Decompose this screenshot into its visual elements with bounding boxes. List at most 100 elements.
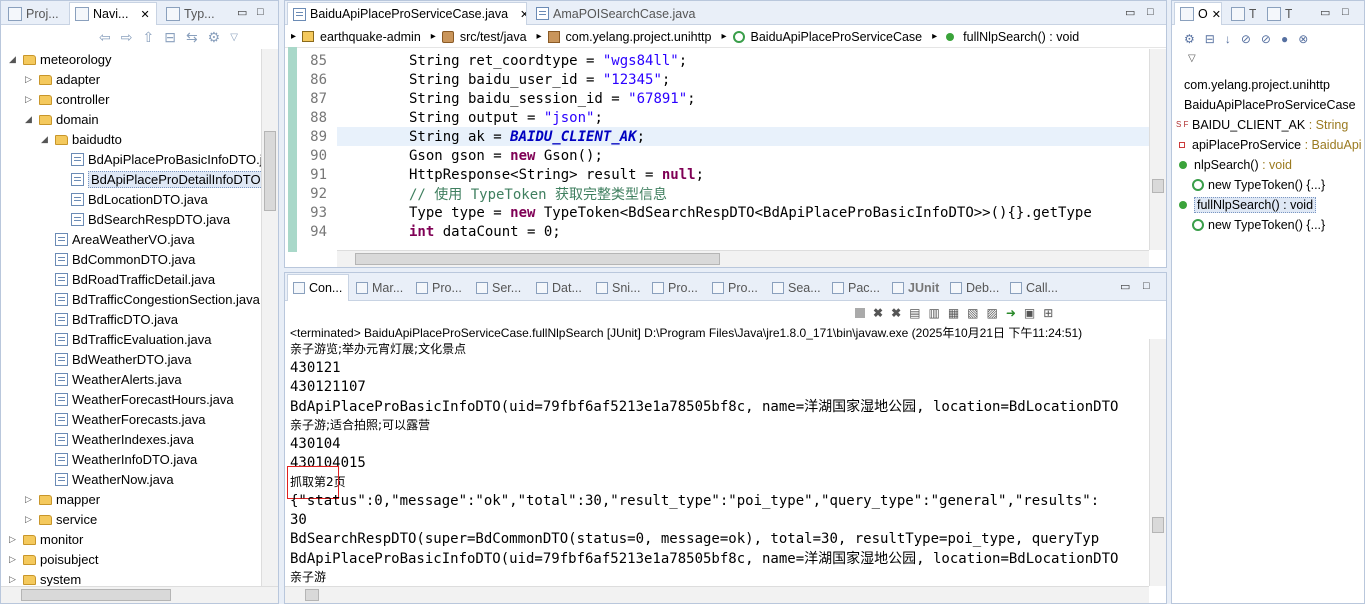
tab-project-explorer[interactable]: Proj...: [3, 2, 67, 25]
maximize-icon[interactable]: □: [1147, 6, 1154, 18]
outline-item[interactable]: BaiduApiPlaceProServiceCase: [1176, 95, 1356, 115]
collapsed-arrow-icon[interactable]: ▷: [25, 94, 35, 105]
expanded-arrow-icon[interactable]: ◢: [25, 114, 35, 125]
code-line[interactable]: 87 String baidu_session_id = "67891";: [285, 89, 1149, 108]
console-horizontal-scrollbar[interactable]: [285, 586, 1149, 603]
collapse-all-icon[interactable]: ⊟: [1205, 32, 1215, 46]
tab-baidu-api-place-pro-service-case[interactable]: BaiduApiPlaceProServiceCase.java ✕: [287, 2, 527, 25]
code-line[interactable]: 88 String output = "json";: [285, 108, 1149, 127]
display-selected-console-icon[interactable]: ▣: [1024, 306, 1035, 320]
expanded-arrow-icon[interactable]: ◢: [41, 134, 51, 145]
view-menu-icon[interactable]: ▽: [1188, 53, 1196, 64]
back-arrow-icon[interactable]: ⇦: [99, 29, 111, 46]
tree-item[interactable]: BdSearchRespDTO.java: [57, 209, 230, 229]
tree-item[interactable]: BdRoadTrafficDetail.java: [41, 269, 215, 289]
collapsed-arrow-icon[interactable]: ▷: [25, 494, 35, 505]
pin-console-icon[interactable]: ➜: [1006, 306, 1016, 320]
tab-type-hierarchy[interactable]: Typ...: [161, 2, 231, 25]
tab-task-list[interactable]: T: [1226, 2, 1256, 25]
code-line[interactable]: 92 // 使用 TypeToken 获取完整类型信息: [285, 184, 1149, 203]
tree-item[interactable]: ◢ meteorology: [9, 49, 112, 69]
console-tab[interactable]: Pro...: [707, 274, 765, 301]
console-output[interactable]: 亲子游览;举办元宵灯展;文化景点 430121 430121107 BdApiPlac…: [285, 339, 1149, 586]
console-tab[interactable]: Sea...: [767, 274, 825, 301]
outline-item[interactable]: new TypeToken() {...}: [1192, 175, 1325, 195]
tree-item[interactable]: WeatherForecasts.java: [41, 409, 205, 429]
tab-outline[interactable]: O ✕: [1174, 2, 1222, 25]
tree-item[interactable]: AreaWeatherVO.java: [41, 229, 195, 249]
collapsed-arrow-icon[interactable]: ▷: [9, 574, 19, 585]
console-tab[interactable]: Ser...: [471, 274, 529, 301]
scrollbar-thumb[interactable]: [1152, 517, 1164, 533]
tree-item[interactable]: BdCommonDTO.java: [41, 249, 195, 269]
navigator-vertical-scrollbar[interactable]: [261, 49, 278, 586]
tree-item[interactable]: WeatherForecastHours.java: [41, 389, 234, 409]
tree-item[interactable]: WeatherNow.java: [41, 469, 174, 489]
code-line[interactable]: 89 String ak = BAIDU_CLIENT_AK;: [310, 127, 1149, 146]
tree-item[interactable]: BdTrafficDTO.java: [41, 309, 178, 329]
tree-item[interactable]: ◢ domain: [25, 109, 99, 129]
code-line[interactable]: 91 HttpResponse<String> result = null;: [285, 165, 1149, 184]
expanded-arrow-icon[interactable]: ◢: [9, 54, 19, 65]
word-wrap-icon[interactable]: ▦: [948, 306, 959, 320]
tab-navigator[interactable]: Navi... ✕: [69, 2, 157, 25]
tree-item[interactable]: ▷ adapter: [25, 69, 100, 89]
terminate-icon[interactable]: [855, 308, 865, 318]
tree-item[interactable]: WeatherInfoDTO.java: [41, 449, 197, 469]
collapsed-arrow-icon[interactable]: ▷: [9, 554, 19, 565]
collapsed-arrow-icon[interactable]: ▷: [25, 74, 35, 85]
link-editor-icon[interactable]: ⇆: [186, 29, 198, 46]
editor-vertical-scrollbar[interactable]: [1149, 49, 1166, 250]
tree-item[interactable]: WeatherAlerts.java: [41, 369, 182, 389]
maximize-icon[interactable]: □: [1143, 280, 1150, 292]
code-area[interactable]: 85 String ret_coordtype = "wgs84ll"; 86 Str…: [285, 51, 1149, 249]
tree-item[interactable]: BdTrafficCongestionSection.java: [41, 289, 260, 309]
scrollbar-thumb[interactable]: [264, 131, 276, 211]
tab-type[interactable]: T: [1262, 2, 1292, 25]
minimize-icon[interactable]: ▭: [1125, 6, 1135, 19]
remove-all-icon[interactable]: ✖: [891, 306, 901, 320]
tree-item[interactable]: ▷ controller: [25, 89, 109, 109]
scrollbar-thumb[interactable]: [355, 253, 720, 265]
scroll-lock-icon[interactable]: ▥: [928, 306, 939, 320]
focus-icon[interactable]: ⚙: [1184, 32, 1195, 46]
code-line[interactable]: 93 Type type = new TypeToken<BdSearchResp…: [285, 203, 1149, 222]
tree-item[interactable]: BdApiPlaceProDetailInfoDTO.: [57, 169, 268, 189]
tree-item[interactable]: ▷ poisubject: [9, 549, 99, 569]
close-icon[interactable]: ✕: [348, 282, 349, 295]
console-tab[interactable]: Deb...: [945, 274, 1003, 301]
console-tab[interactable]: Pro...: [647, 274, 705, 301]
collapse-all-icon[interactable]: ⊟: [164, 29, 176, 46]
code-line[interactable]: 94 int dataCount = 0;: [285, 222, 1149, 241]
scrollbar-thumb[interactable]: [305, 589, 319, 601]
close-icon[interactable]: ✕: [1212, 8, 1221, 21]
breadcrumb-item[interactable]: com.yelang.project.unihttp: [566, 30, 712, 44]
console-tab[interactable]: Con... ✕: [287, 274, 349, 301]
outline-item[interactable]: fullNlpSearch() : void: [1176, 195, 1317, 215]
open-console-icon[interactable]: ⊞: [1043, 306, 1053, 320]
tree-item[interactable]: ▷ mapper: [25, 489, 100, 509]
tree-item[interactable]: BdWeatherDTO.java: [41, 349, 191, 369]
hide-nonpublic-icon[interactable]: ●: [1281, 32, 1288, 46]
scrollbar-thumb[interactable]: [1152, 179, 1164, 193]
console-tab[interactable]: JUnit: [887, 274, 943, 301]
tree-item[interactable]: BdApiPlaceProBasicInfoDTO.j: [57, 149, 263, 169]
breadcrumb-item[interactable]: src/test/java: [460, 30, 527, 44]
console-tab[interactable]: Call...: [1005, 274, 1065, 301]
code-line[interactable]: 85 String ret_coordtype = "wgs84ll";: [285, 51, 1149, 70]
view-menu-icon[interactable]: ▽: [230, 32, 238, 43]
console-vertical-scrollbar[interactable]: [1149, 339, 1166, 586]
forward-arrow-icon[interactable]: ⇨: [121, 29, 133, 46]
tree-item[interactable]: BdTrafficEvaluation.java: [41, 329, 211, 349]
tree-item[interactable]: ▷ service: [25, 509, 97, 529]
filters-icon[interactable]: ⚙: [208, 29, 221, 46]
tree-item[interactable]: ◢ baidudto: [41, 129, 122, 149]
maximize-icon[interactable]: □: [1342, 6, 1349, 18]
hide-fields-icon[interactable]: ⊘: [1241, 32, 1251, 46]
tree-item[interactable]: ▷ monitor: [9, 529, 83, 549]
maximize-icon[interactable]: □: [257, 6, 264, 18]
sort-icon[interactable]: ↓: [1225, 32, 1231, 46]
breadcrumb-item[interactable]: BaiduApiPlaceProServiceCase: [751, 30, 923, 44]
outline-item[interactable]: new TypeToken() {...}: [1192, 215, 1325, 235]
navigator-horizontal-scrollbar[interactable]: [1, 586, 278, 603]
